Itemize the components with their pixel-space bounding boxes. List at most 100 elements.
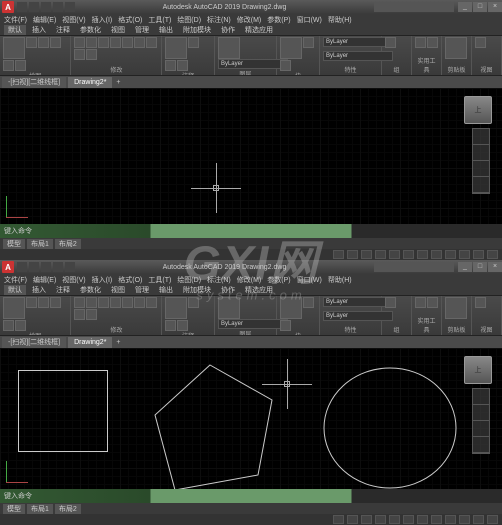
ribbon-tab-insert[interactable]: 插入 bbox=[28, 285, 50, 295]
menu-window[interactable]: 窗口(W) bbox=[297, 275, 322, 285]
measure-icon[interactable] bbox=[415, 37, 426, 48]
close-button[interactable]: × bbox=[488, 2, 502, 12]
menu-draw[interactable]: 绘图(D) bbox=[177, 275, 201, 285]
grid-toggle-icon[interactable] bbox=[333, 250, 344, 259]
group-icon[interactable] bbox=[385, 37, 396, 48]
qat-open-icon[interactable] bbox=[29, 262, 39, 272]
search-input[interactable] bbox=[374, 262, 454, 272]
move-tool-icon[interactable] bbox=[74, 297, 85, 308]
array-tool-icon[interactable] bbox=[86, 309, 97, 320]
viewcube[interactable]: 上 bbox=[464, 96, 492, 124]
dimension-tool-icon[interactable] bbox=[188, 297, 199, 308]
qat-open-icon[interactable] bbox=[29, 2, 39, 12]
ribbon-tab-manage[interactable]: 管理 bbox=[131, 25, 153, 35]
menu-edit[interactable]: 编辑(E) bbox=[33, 275, 56, 285]
text-tool-icon[interactable] bbox=[165, 297, 187, 319]
qat-undo-icon[interactable] bbox=[53, 262, 63, 272]
ribbon-tab-parametric[interactable]: 参数化 bbox=[76, 285, 105, 295]
grid-toggle-icon[interactable] bbox=[333, 515, 344, 524]
menu-insert[interactable]: 插入(I) bbox=[92, 275, 113, 285]
nav-wheel-icon[interactable] bbox=[473, 389, 489, 405]
workspace-icon[interactable] bbox=[473, 250, 484, 259]
edit-block-icon[interactable] bbox=[280, 60, 291, 71]
ortho-toggle-icon[interactable] bbox=[361, 250, 372, 259]
circle-tool-icon[interactable] bbox=[38, 37, 49, 48]
ribbon-tab-view[interactable]: 视图 bbox=[107, 25, 129, 35]
circle-tool-icon[interactable] bbox=[38, 297, 49, 308]
rectangle-tool-icon[interactable] bbox=[3, 60, 14, 71]
copy-tool-icon[interactable] bbox=[110, 297, 121, 308]
leader-tool-icon[interactable] bbox=[165, 60, 176, 71]
mirror-tool-icon[interactable] bbox=[122, 37, 133, 48]
app-logo[interactable]: A bbox=[2, 1, 14, 13]
osnap-toggle-icon[interactable] bbox=[389, 515, 400, 524]
tab-layout1[interactable]: 布局1 bbox=[27, 239, 53, 249]
stretch-tool-icon[interactable] bbox=[146, 37, 157, 48]
app-logo[interactable]: A bbox=[2, 261, 14, 273]
new-doc-tab[interactable]: + bbox=[112, 339, 124, 346]
menu-modify[interactable]: 修改(M) bbox=[237, 15, 262, 25]
rotate-tool-icon[interactable] bbox=[86, 37, 97, 48]
viewcube[interactable]: 上 bbox=[464, 356, 492, 384]
cycling-toggle-icon[interactable] bbox=[445, 250, 456, 259]
qat-save-icon[interactable] bbox=[41, 2, 51, 12]
menu-help[interactable]: 帮助(H) bbox=[328, 275, 352, 285]
fillet-tool-icon[interactable] bbox=[134, 37, 145, 48]
ribbon-tab-addins[interactable]: 附加模块 bbox=[179, 25, 215, 35]
nav-wheel-icon[interactable] bbox=[473, 129, 489, 145]
menu-modify[interactable]: 修改(M) bbox=[237, 275, 262, 285]
edit-block-icon[interactable] bbox=[280, 320, 291, 331]
menu-parametric[interactable]: 参数(P) bbox=[267, 275, 290, 285]
doc-tab-drawing2[interactable]: Drawing2* bbox=[68, 77, 112, 88]
ribbon-tab-addins[interactable]: 附加模块 bbox=[179, 285, 215, 295]
hatch-tool-icon[interactable] bbox=[15, 60, 26, 71]
tab-layout2[interactable]: 布局2 bbox=[55, 504, 81, 514]
qat-save-icon[interactable] bbox=[41, 262, 51, 272]
select-icon[interactable] bbox=[427, 297, 438, 308]
menu-dimension[interactable]: 标注(N) bbox=[207, 15, 231, 25]
view-base-icon[interactable] bbox=[475, 37, 486, 48]
nav-pan-icon[interactable] bbox=[473, 145, 489, 161]
tab-layout2[interactable]: 布局2 bbox=[55, 239, 81, 249]
command-line[interactable]: 键入命令 bbox=[0, 224, 502, 238]
ucs-icon[interactable] bbox=[6, 194, 30, 218]
menu-tools[interactable]: 工具(T) bbox=[148, 15, 171, 25]
close-button[interactable]: × bbox=[488, 262, 502, 272]
menu-edit[interactable]: 编辑(E) bbox=[33, 15, 56, 25]
otrack-toggle-icon[interactable] bbox=[403, 515, 414, 524]
create-block-icon[interactable] bbox=[303, 297, 314, 308]
qat-redo-icon[interactable] bbox=[65, 2, 75, 12]
cycling-toggle-icon[interactable] bbox=[445, 515, 456, 524]
menu-view[interactable]: 视图(V) bbox=[62, 15, 85, 25]
stretch-tool-icon[interactable] bbox=[146, 297, 157, 308]
ribbon-tab-collab[interactable]: 协作 bbox=[217, 285, 239, 295]
rectangle-shape[interactable] bbox=[18, 370, 108, 452]
nav-orbit-icon[interactable] bbox=[473, 177, 489, 193]
doc-tab-viewport[interactable]: -[扫视][二维线框] bbox=[2, 77, 66, 88]
lwt-toggle-icon[interactable] bbox=[417, 250, 428, 259]
qat-undo-icon[interactable] bbox=[53, 2, 63, 12]
polar-toggle-icon[interactable] bbox=[375, 515, 386, 524]
rotate-tool-icon[interactable] bbox=[86, 297, 97, 308]
tab-model[interactable]: 模型 bbox=[3, 239, 25, 249]
drawing-canvas[interactable]: 上 bbox=[0, 88, 502, 224]
measure-icon[interactable] bbox=[415, 297, 426, 308]
nav-zoom-icon[interactable] bbox=[473, 421, 489, 437]
ribbon-tab-featured[interactable]: 精选应用 bbox=[241, 285, 277, 295]
search-input[interactable] bbox=[374, 2, 454, 12]
view-base-icon[interactable] bbox=[475, 297, 486, 308]
table-tool-icon[interactable] bbox=[177, 60, 188, 71]
menu-view[interactable]: 视图(V) bbox=[62, 275, 85, 285]
doc-tab-drawing2[interactable]: Drawing2* bbox=[68, 337, 112, 348]
transparency-toggle-icon[interactable] bbox=[431, 515, 442, 524]
select-icon[interactable] bbox=[427, 37, 438, 48]
qat-new-icon[interactable] bbox=[17, 262, 27, 272]
menu-help[interactable]: 帮助(H) bbox=[328, 15, 352, 25]
clean-screen-icon[interactable] bbox=[487, 250, 498, 259]
nav-pan-icon[interactable] bbox=[473, 405, 489, 421]
rectangle-tool-icon[interactable] bbox=[3, 320, 14, 331]
ortho-toggle-icon[interactable] bbox=[361, 515, 372, 524]
arc-tool-icon[interactable] bbox=[50, 37, 61, 48]
trim-tool-icon[interactable] bbox=[98, 297, 109, 308]
layer-properties-icon[interactable] bbox=[218, 297, 240, 319]
